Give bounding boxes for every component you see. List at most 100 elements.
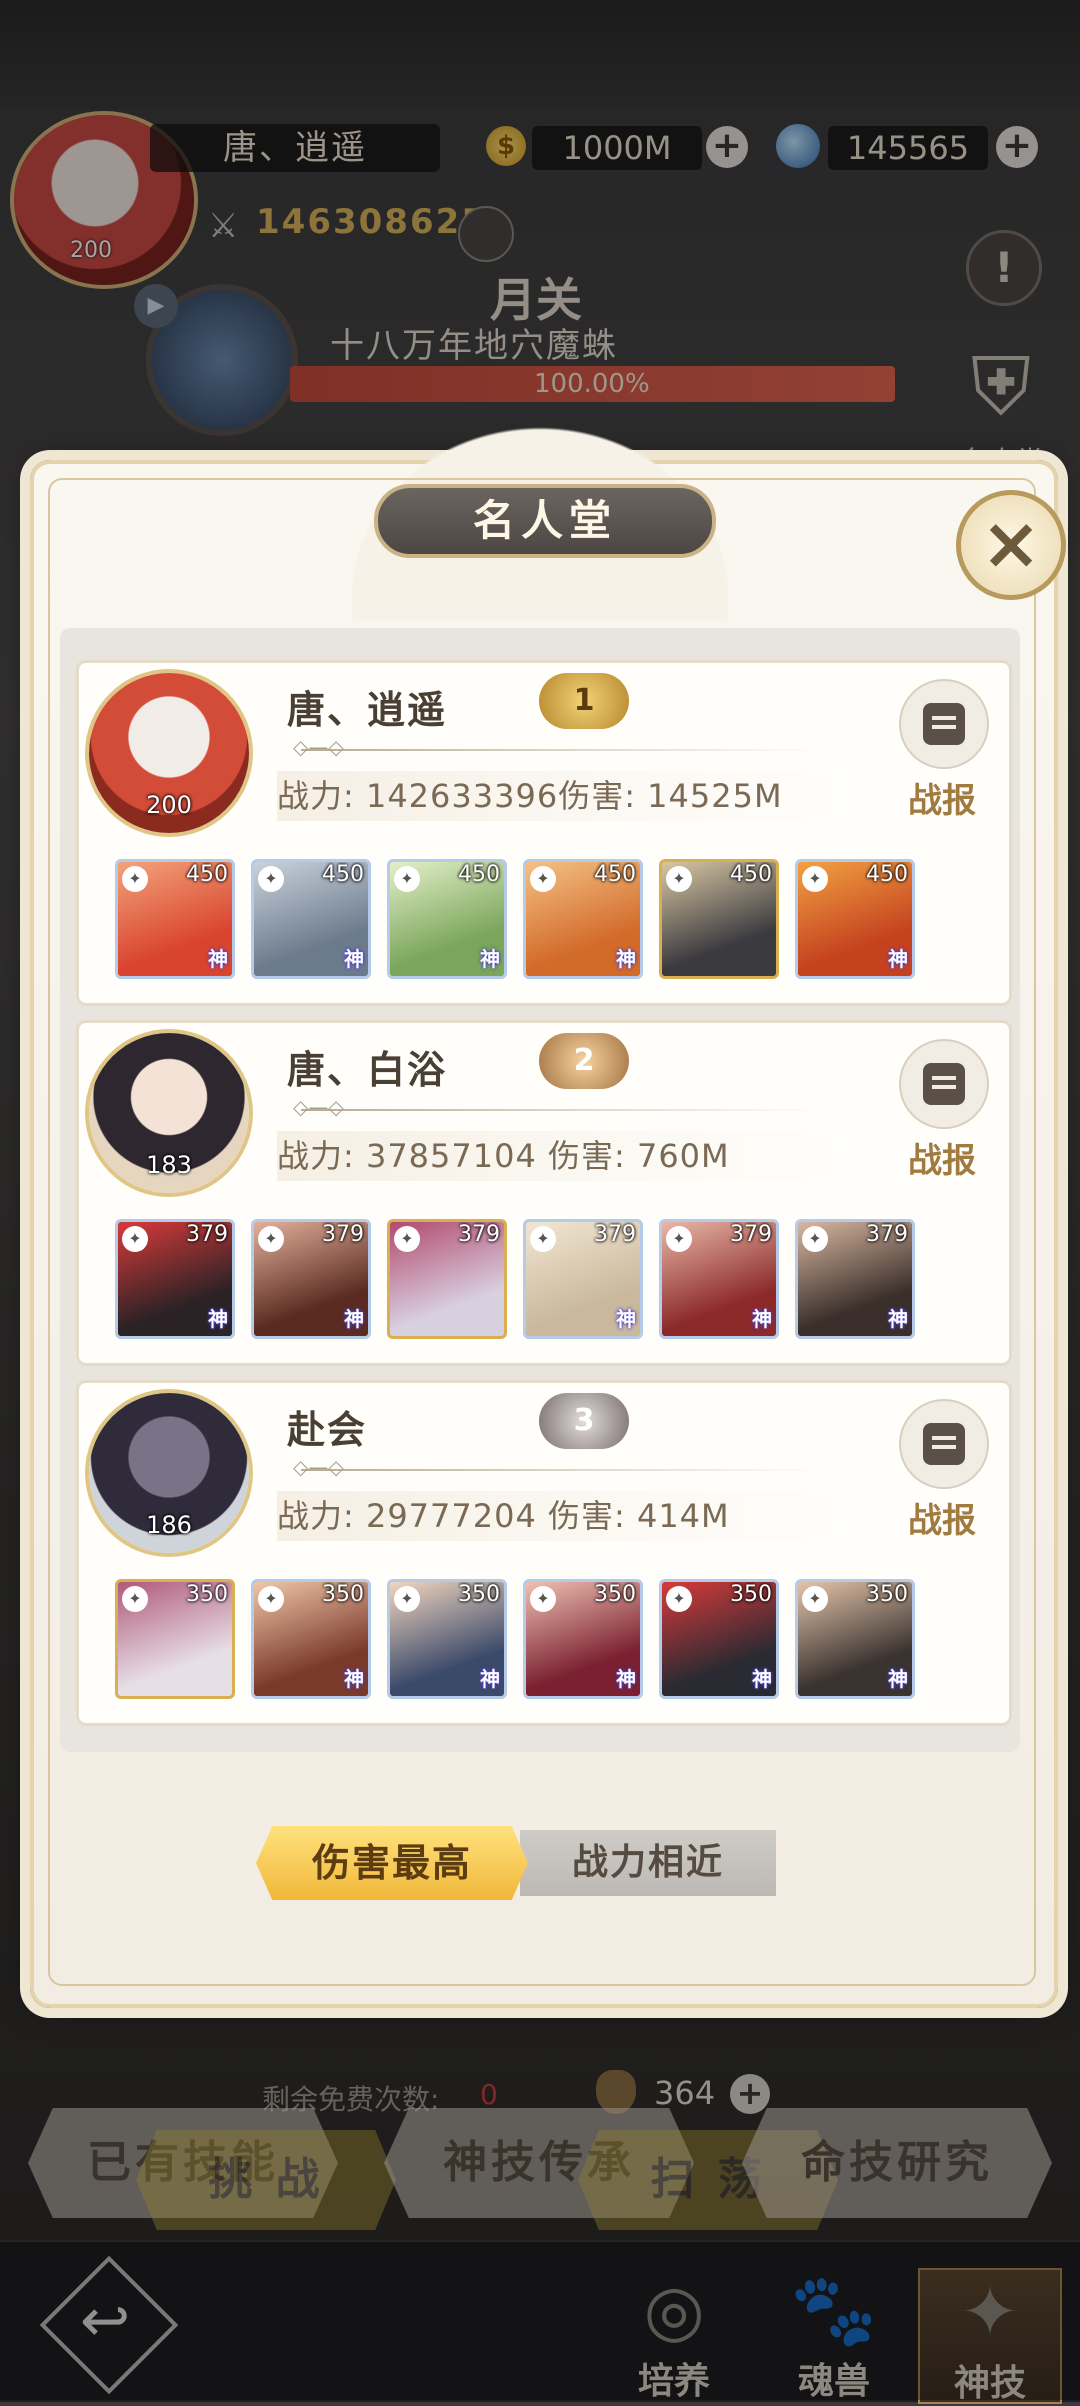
- ranking-card: 183 唐、白浴 2 战力: 37857104 伤害: 760M 战报 ✦ 379 神 ✦ 379…: [76, 1020, 1012, 1366]
- hero-level: 350: [730, 1582, 772, 1607]
- hero-level: 379: [594, 1222, 636, 1247]
- hero-portrait[interactable]: ✦ 379 神: [659, 1219, 779, 1339]
- card-divider: [293, 1095, 821, 1119]
- god-tier-badge: 神: [616, 947, 636, 971]
- hero-portrait[interactable]: ✦ 379 神: [251, 1219, 371, 1339]
- element-icon: ✦: [530, 1226, 556, 1252]
- hero-portrait[interactable]: ✦ 450: [659, 859, 779, 979]
- god-tier-badge: 神: [208, 947, 228, 971]
- element-icon: ✦: [394, 1226, 420, 1252]
- ranked-player-level: 183: [146, 1151, 192, 1179]
- hero-level: 379: [730, 1222, 772, 1247]
- ranked-player-level: 200: [146, 791, 192, 819]
- hero-portrait[interactable]: ✦ 350 神: [523, 1579, 643, 1699]
- god-tier-badge: 神: [752, 1667, 772, 1691]
- hero-portrait[interactable]: ✦ 450 神: [387, 859, 507, 979]
- god-tier-badge: 神: [480, 1667, 500, 1691]
- element-icon: ✦: [666, 1226, 692, 1252]
- card-divider: [293, 735, 821, 759]
- god-tier-badge: 神: [752, 1307, 772, 1331]
- element-icon: ✦: [666, 866, 692, 892]
- hero-level: 450: [186, 862, 228, 887]
- ranked-player-level: 186: [146, 1511, 192, 1539]
- card-divider: [293, 1455, 821, 1479]
- hero-level: 450: [322, 862, 364, 887]
- tab-highest-damage[interactable]: 伤害最高: [256, 1826, 528, 1900]
- report-icon: [923, 1423, 965, 1465]
- god-tier-badge: 神: [208, 1307, 228, 1331]
- hero-portrait[interactable]: ✦ 350 神: [795, 1579, 915, 1699]
- god-tier-badge: 神: [888, 947, 908, 971]
- element-icon: ✦: [122, 1586, 148, 1612]
- hero-portrait[interactable]: ✦ 450 神: [251, 859, 371, 979]
- hero-portrait[interactable]: ✦ 450 神: [115, 859, 235, 979]
- hero-portrait[interactable]: ✦ 350 神: [387, 1579, 507, 1699]
- ranked-player-name: 唐、逍遥: [287, 688, 448, 732]
- hero-level: 450: [594, 862, 636, 887]
- ranked-player-avatar[interactable]: 183: [89, 1033, 249, 1193]
- hero-level: 450: [866, 862, 908, 887]
- battle-report-label[interactable]: 战报: [897, 1493, 987, 1542]
- element-icon: ✦: [394, 1586, 420, 1612]
- rank-medal: 1: [539, 673, 629, 729]
- battle-report-button[interactable]: [899, 679, 989, 769]
- element-icon: ✦: [802, 866, 828, 892]
- element-icon: ✦: [258, 1226, 284, 1252]
- power-damage-stats: 战力: 29777204 伤害: 414M: [277, 1491, 867, 1541]
- hero-portrait[interactable]: ✦ 450 神: [795, 859, 915, 979]
- hero-level: 379: [458, 1222, 500, 1247]
- element-icon: ✦: [530, 866, 556, 892]
- modal-title: 名人堂: [374, 484, 716, 558]
- god-tier-badge: 神: [480, 947, 500, 971]
- god-tier-badge: 神: [344, 1307, 364, 1331]
- hero-portrait[interactable]: ✦ 379 神: [115, 1219, 235, 1339]
- element-icon: ✦: [802, 1226, 828, 1252]
- hero-level: 350: [594, 1582, 636, 1607]
- ranked-player-name: 赴会: [287, 1408, 368, 1452]
- element-icon: ✦: [666, 1586, 692, 1612]
- hero-level: 450: [730, 862, 772, 887]
- hero-portrait[interactable]: ✦ 450 神: [523, 859, 643, 979]
- god-tier-badge: 神: [344, 947, 364, 971]
- hero-level: 379: [186, 1222, 228, 1247]
- hero-portrait[interactable]: ✦ 350: [115, 1579, 235, 1699]
- hero-portrait[interactable]: ✦ 350 神: [659, 1579, 779, 1699]
- element-icon: ✦: [394, 866, 420, 892]
- ranking-card: 186 赴会 3 战力: 29777204 伤害: 414M 战报 ✦ 350 ✦ 350 神 ✦ 3…: [76, 1380, 1012, 1726]
- hero-level: 379: [322, 1222, 364, 1247]
- god-tier-badge: 神: [888, 1667, 908, 1691]
- report-icon: [923, 1063, 965, 1105]
- report-icon: [923, 703, 965, 745]
- ranked-player-avatar[interactable]: 186: [89, 1393, 249, 1553]
- hero-level: 350: [322, 1582, 364, 1607]
- hero-level: 350: [866, 1582, 908, 1607]
- close-icon: ×: [980, 501, 1042, 585]
- god-tier-badge: 神: [616, 1667, 636, 1691]
- rank-medal: 2: [539, 1033, 629, 1089]
- element-icon: ✦: [258, 1586, 284, 1612]
- element-icon: ✦: [122, 866, 148, 892]
- god-tier-badge: 神: [344, 1667, 364, 1691]
- rank-medal: 3: [539, 1393, 629, 1449]
- hero-portrait[interactable]: ✦ 379 神: [795, 1219, 915, 1339]
- element-icon: ✦: [802, 1586, 828, 1612]
- hero-portrait[interactable]: ✦ 379: [387, 1219, 507, 1339]
- ranked-player-avatar[interactable]: 200: [89, 673, 249, 833]
- power-damage-stats: 战力: 37857104 伤害: 760M: [277, 1131, 867, 1181]
- tab-power-similar[interactable]: 战力相近: [520, 1830, 776, 1896]
- hero-level: 350: [186, 1582, 228, 1607]
- ranked-player-name: 唐、白浴: [287, 1048, 448, 1092]
- hero-level: 350: [458, 1582, 500, 1607]
- element-icon: ✦: [258, 866, 284, 892]
- hero-portrait[interactable]: ✦ 350 神: [251, 1579, 371, 1699]
- element-icon: ✦: [530, 1586, 556, 1612]
- battle-report-button[interactable]: [899, 1399, 989, 1489]
- battle-report-button[interactable]: [899, 1039, 989, 1129]
- element-icon: ✦: [122, 1226, 148, 1252]
- battle-report-label[interactable]: 战报: [897, 773, 987, 822]
- god-tier-badge: 神: [616, 1307, 636, 1331]
- hero-level: 450: [458, 862, 500, 887]
- battle-report-label[interactable]: 战报: [897, 1133, 987, 1182]
- close-button[interactable]: ×: [956, 490, 1066, 600]
- hero-portrait[interactable]: ✦ 379 神: [523, 1219, 643, 1339]
